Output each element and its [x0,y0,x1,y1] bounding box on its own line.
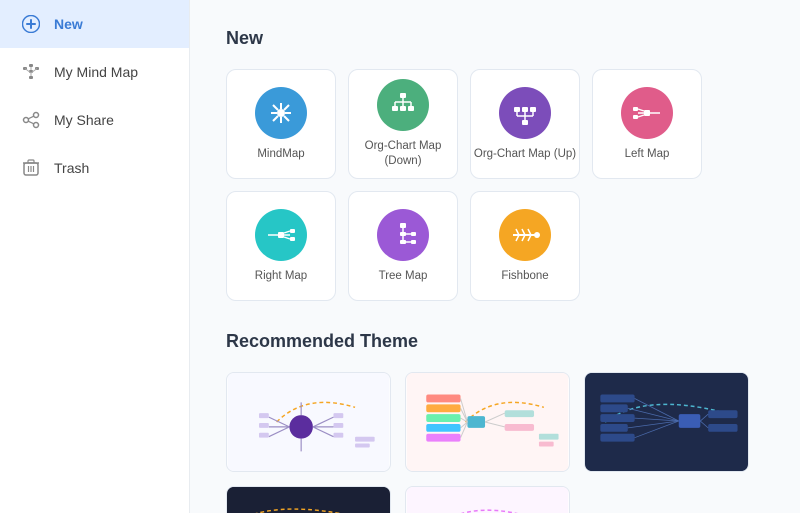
right-card-label: Right Map [255,269,307,284]
map-icon [20,61,42,83]
left-card-label: Left Map [625,147,670,162]
sidebar-item-label: New [54,16,83,32]
share-icon [20,109,42,131]
map-card-org-up[interactable]: Org-Chart Map (Up) [470,69,580,179]
sidebar-item-label: Trash [54,160,89,176]
main-content: New MindMap [190,0,800,513]
right-card-icon [255,209,307,261]
recommended-section-title: Recommended Theme [226,331,764,352]
theme-card-1[interactable] [226,372,391,472]
sidebar-item-new[interactable]: New [0,0,189,48]
theme-card-4[interactable] [226,486,391,513]
fishbone-card-icon [499,209,551,261]
map-card-left[interactable]: Left Map [592,69,702,179]
theme-card-3[interactable] [584,372,749,472]
mindmap-card-label: MindMap [257,147,304,162]
sidebar-item-my-share[interactable]: My Share [0,96,189,144]
theme-grid [226,372,764,513]
fishbone-card-label: Fishbone [501,269,548,284]
sidebar-item-label: My Mind Map [54,64,138,80]
new-section-title: New [226,28,764,49]
org-up-card-label: Org-Chart Map (Up) [474,147,576,162]
tree-card-label: Tree Map [379,269,428,284]
sidebar-item-my-mind-map[interactable]: My Mind Map [0,48,189,96]
map-card-tree[interactable]: Tree Map [348,191,458,301]
org-up-card-icon [499,87,551,139]
sidebar-item-trash[interactable]: Trash [0,144,189,192]
mindmap-card-icon [255,87,307,139]
map-card-fishbone[interactable]: Fishbone [470,191,580,301]
plus-icon [20,13,42,35]
sidebar-item-label: My Share [54,112,114,128]
map-cards-grid: MindMap Org-Chart Map (Down) [226,69,764,301]
sidebar: New My Mind Map [0,0,190,513]
theme-card-2[interactable] [405,372,570,472]
map-card-org-down[interactable]: Org-Chart Map (Down) [348,69,458,179]
org-down-card-icon [377,79,429,131]
theme-card-5[interactable] [405,486,570,513]
tree-card-icon [377,209,429,261]
trash-icon [20,157,42,179]
map-card-mindmap[interactable]: MindMap [226,69,336,179]
map-card-right[interactable]: Right Map [226,191,336,301]
left-card-icon [621,87,673,139]
org-down-card-label: Org-Chart Map (Down) [349,139,457,169]
